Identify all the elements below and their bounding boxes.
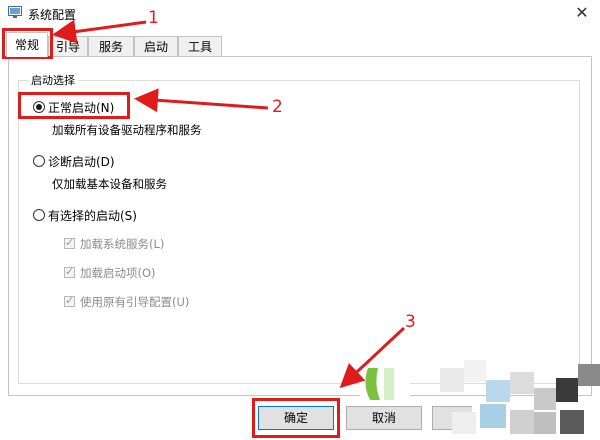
check-icon: ✓ — [65, 236, 75, 249]
tab-startup[interactable]: 启动 — [134, 36, 178, 56]
tab-tools[interactable]: 工具 — [178, 36, 222, 56]
selective-startup-label[interactable]: 有选择的启动(S) — [48, 207, 137, 224]
check-icon: ✓ — [65, 265, 75, 278]
close-icon[interactable]: ✕ — [570, 2, 594, 24]
load-startup-items-checkbox[interactable]: ✓ — [64, 265, 75, 278]
tab-general[interactable]: 常规 — [6, 32, 48, 57]
watermark-tile — [486, 380, 510, 402]
watermark-tile — [534, 412, 556, 434]
watermark-tile — [510, 372, 534, 394]
tab-boot[interactable]: 引导 — [48, 36, 88, 56]
load-system-services-checkbox[interactable]: ✓ — [64, 236, 75, 249]
system-config-icon — [8, 6, 22, 19]
use-original-boot-config-checkbox[interactable]: ✓ — [64, 294, 75, 307]
load-startup-items-label: 加载启动项(O) — [80, 266, 156, 280]
watermark-logo — [360, 362, 410, 406]
check-icon: ✓ — [65, 294, 75, 307]
diagnostic-startup-label[interactable]: 诊断启动(D) — [48, 153, 115, 170]
annotation-box-normal-startup — [18, 92, 130, 119]
watermark-tile — [464, 360, 486, 382]
annotation-number-1: 1 — [148, 8, 159, 28]
watermark-tile — [578, 364, 600, 386]
cancel-button[interactable]: 取消 — [346, 406, 422, 430]
title-bar — [0, 0, 600, 26]
tab-services[interactable]: 服务 — [88, 36, 134, 56]
watermark-tile — [480, 404, 506, 428]
startup-selection-label: 启动选择 — [28, 72, 78, 88]
window-title: 系统配置 — [28, 8, 77, 22]
watermark-tile — [560, 410, 584, 434]
load-system-services-label: 加载系统服务(L) — [80, 237, 165, 251]
watermark-tile — [534, 388, 556, 410]
watermark-tile — [452, 412, 476, 434]
use-original-boot-config-label: 使用原有引导配置(U) — [80, 295, 190, 309]
watermark-tile — [510, 410, 534, 434]
selective-startup-radio[interactable] — [33, 209, 45, 221]
diagnostic-startup-radio[interactable] — [33, 155, 45, 167]
annotation-number-3: 3 — [405, 312, 416, 332]
annotation-number-2: 2 — [272, 97, 283, 117]
diagnostic-startup-description: 仅加载基本设备和服务 — [52, 177, 167, 191]
watermark-tile — [556, 378, 578, 402]
normal-startup-description: 加载所有设备驱动程序和服务 — [52, 123, 202, 137]
annotation-box-ok-button — [252, 398, 340, 438]
watermark-tile — [440, 368, 464, 392]
